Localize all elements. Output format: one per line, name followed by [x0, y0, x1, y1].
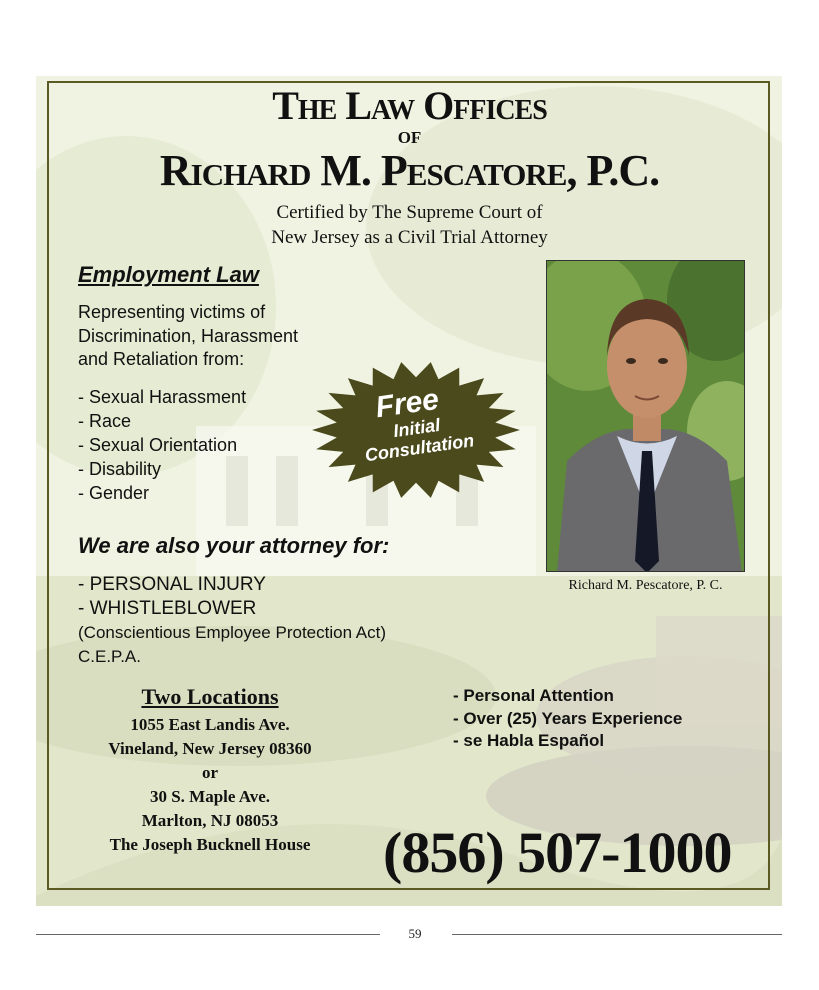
intro-line: Representing victims of	[78, 302, 266, 322]
list-item: - Gender	[78, 483, 150, 503]
page-number: 59	[380, 924, 450, 952]
list-item: - Race	[78, 411, 132, 431]
free-consultation-badge: Free Initial Consultation	[310, 360, 522, 500]
footer-rule-right	[452, 934, 782, 935]
also-list: - PERSONAL INJURY - WHISTLEBLOWER (Consc…	[78, 573, 386, 669]
list-item: - Sexual Harassment	[78, 387, 247, 407]
feature-item: - Over (25) Years Experience	[453, 708, 683, 728]
title-of: OF	[397, 128, 422, 147]
feature-item: - se Habla Español	[453, 731, 605, 750]
certification-line-1: Certified by The Supreme Court of	[276, 202, 543, 223]
list-item: - Sexual Orientation	[78, 435, 238, 455]
employment-law-heading: Employment Law	[78, 262, 259, 287]
firm-name: Richard M. Pescatore, P.C.	[159, 146, 660, 195]
photo-caption: Richard M. Pescatore, P. C.	[568, 578, 723, 593]
page-title: The Law Offices	[272, 83, 548, 128]
employment-intro: Representing victims of Discrimination, …	[78, 301, 298, 372]
attorney-portrait-icon	[547, 261, 744, 571]
address-line: Marlton, NJ 08053	[141, 811, 279, 830]
list-item: (Conscientious Employee Protection Act)	[78, 623, 387, 642]
attorney-photo	[546, 260, 745, 572]
employment-list: - Sexual Harassment - Race - Sexual Orie…	[78, 385, 246, 505]
list-item: - Disability	[78, 459, 162, 479]
footer-rule-left	[36, 934, 380, 935]
features-list: - Personal Attention - Over (25) Years E…	[453, 685, 682, 753]
list-item: C.E.P.A.	[78, 647, 141, 666]
list-item: - PERSONAL INJURY	[78, 574, 266, 595]
address-line: Vineland, New Jersey 08360	[108, 739, 312, 758]
feature-item: - Personal Attention	[453, 686, 614, 705]
address-line: or	[201, 763, 219, 782]
phone-number[interactable]: (856) 507-1000	[383, 822, 732, 884]
also-attorney-heading: We are also your attorney for:	[78, 533, 390, 558]
address-line: 1055 East Landis Ave.	[130, 715, 290, 734]
intro-line: and Retaliation from:	[78, 349, 245, 369]
address-line: The Joseph Bucknell House	[109, 835, 311, 854]
list-item: - WHISTLEBLOWER	[78, 598, 257, 619]
locations-list: 1055 East Landis Ave. Vineland, New Jers…	[60, 713, 360, 857]
locations-heading: Two Locations	[141, 684, 279, 709]
address-line: 30 S. Maple Ave.	[149, 787, 271, 806]
certification-line-2: New Jersey as a Civil Trial Attorney	[271, 227, 548, 248]
intro-line: Discrimination, Harassment	[78, 325, 299, 346]
